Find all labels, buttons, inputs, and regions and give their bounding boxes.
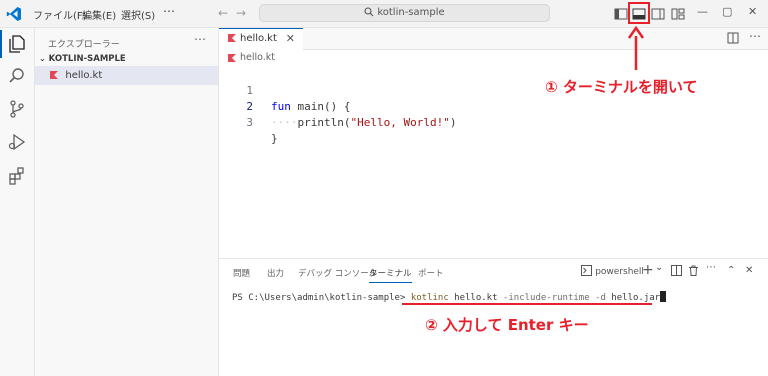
annotation-arrow	[627, 26, 645, 70]
run-debug-icon[interactable]	[7, 132, 27, 152]
kotlin-file-icon	[50, 71, 59, 79]
file-item-hello-kt[interactable]: hello.kt	[35, 66, 218, 85]
command-output-file: hello.jar	[605, 293, 661, 303]
breadcrumb[interactable]: hello.kt	[228, 52, 275, 63]
terminal-icon	[581, 265, 592, 276]
close-button[interactable]: ✕	[748, 5, 757, 18]
kotlin-file-icon	[228, 53, 236, 62]
editor-tab-bar: hello.kt ✕ ⋯	[219, 28, 768, 50]
minimize-button[interactable]: —	[697, 5, 708, 18]
code-text: }	[271, 132, 278, 145]
indent-guide: ····	[271, 116, 298, 129]
file-label: hello.kt	[65, 70, 103, 81]
close-icon[interactable]: ✕	[286, 29, 295, 49]
active-indicator	[0, 30, 2, 58]
menu-edit[interactable]: 編集(E)	[82, 7, 116, 22]
close-panel-icon[interactable]: ✕	[745, 265, 753, 276]
toggle-sidebar-icon[interactable]	[613, 6, 629, 22]
explorer-icon[interactable]	[7, 34, 27, 54]
command-flags: -include-runtime -d	[502, 293, 606, 303]
search-icon	[364, 7, 374, 17]
folder-label: KOTLIN-SAMPLE	[48, 54, 126, 64]
forward-arrow-icon[interactable]: →	[236, 6, 246, 20]
maximize-button[interactable]: ▢	[722, 5, 732, 18]
tab-label: hello.kt	[240, 33, 277, 44]
split-terminal-icon[interactable]	[671, 265, 682, 276]
line-number: 3	[246, 116, 253, 129]
new-terminal-icon[interactable]: +	[642, 262, 654, 278]
panel-tab-debug-console[interactable]: デバッグ コンソール	[298, 267, 377, 279]
menu-file[interactable]: ファイル(F)	[33, 7, 87, 22]
customize-layout-icon[interactable]	[670, 6, 686, 22]
maximize-panel-icon[interactable]: ⌃	[727, 265, 735, 276]
breadcrumb-file: hello.kt	[240, 52, 276, 63]
annotation-step-2: ② 入力して Enter キー	[425, 316, 589, 334]
panel-tab-output[interactable]: 出力	[267, 267, 284, 279]
explorer-sidebar: エクスプローラー ⋯ ⌄ KOTLIN-SAMPLE hello.kt	[35, 28, 219, 376]
vscode-logo-icon	[6, 7, 21, 21]
trash-icon[interactable]	[688, 265, 699, 276]
toggle-secondary-sidebar-icon[interactable]	[650, 6, 666, 22]
panel-toggle-highlight	[628, 2, 650, 24]
search-icon[interactable]	[7, 66, 27, 86]
panel-tab-problems[interactable]: 問題	[233, 267, 250, 279]
activity-bar	[0, 28, 35, 376]
panel-scrollbar[interactable]	[758, 262, 764, 376]
terminal-output[interactable]: PS C:\Users\admin\kotlin-sample> kotlinc…	[232, 291, 667, 303]
chevron-down-icon[interactable]: ⌄	[655, 262, 663, 273]
source-control-icon[interactable]	[7, 99, 27, 119]
sidebar-title: エクスプローラー	[48, 40, 120, 50]
code-text: )	[449, 116, 457, 129]
sidebar-more-button[interactable]: ⋯	[194, 32, 206, 46]
terminal-shell-selector[interactable]: powershell	[581, 265, 644, 277]
code-line-3: 3 }	[219, 99, 277, 145]
command-underline	[402, 303, 652, 305]
title-bar: ファイル(F) 編集(E) 選択(S) ⋯ ← → kotlin-sample …	[0, 0, 768, 28]
string-literal: "Hello, World!"	[350, 116, 450, 129]
editor-more-button[interactable]: ⋯	[749, 29, 761, 43]
search-text: kotlin-sample	[377, 7, 445, 18]
panel-tab-ports[interactable]: ポート	[418, 267, 444, 279]
shell-label: powershell	[595, 267, 644, 277]
more-icon[interactable]: ⋯	[706, 262, 716, 273]
terminal-cursor	[660, 291, 667, 302]
code-line-1: 1 fun main() {	[219, 67, 350, 113]
keyword-fun: fun	[271, 100, 291, 113]
command-center-search[interactable]: kotlin-sample	[259, 4, 550, 22]
extensions-icon[interactable]	[7, 166, 27, 186]
split-editor-icon[interactable]	[727, 32, 739, 44]
terminal-prompt: PS C:\Users\admin\kotlin-sample>	[232, 293, 411, 303]
menu-selection[interactable]: 選択(S)	[121, 7, 155, 22]
code-text: println(	[297, 116, 351, 129]
panel-tab-terminal[interactable]: ターミナル	[369, 267, 412, 283]
kotlin-file-icon	[228, 34, 236, 42]
tab-hello-kt[interactable]: hello.kt ✕	[219, 28, 303, 50]
command-arg: hello.kt	[448, 293, 503, 303]
code-line-2: 2 ····println("Hello, World!")	[219, 83, 456, 129]
chevron-down-icon: ⌄	[39, 54, 46, 63]
command-name: kotlinc	[410, 293, 449, 303]
menu-more[interactable]: ⋯	[163, 4, 175, 18]
folder-kotlin-sample[interactable]: ⌄ KOTLIN-SAMPLE	[39, 54, 126, 64]
annotation-step-1: ① ターミナルを開いて	[545, 78, 698, 96]
code-text: main() {	[290, 100, 351, 113]
back-arrow-icon[interactable]: ←	[218, 6, 228, 20]
